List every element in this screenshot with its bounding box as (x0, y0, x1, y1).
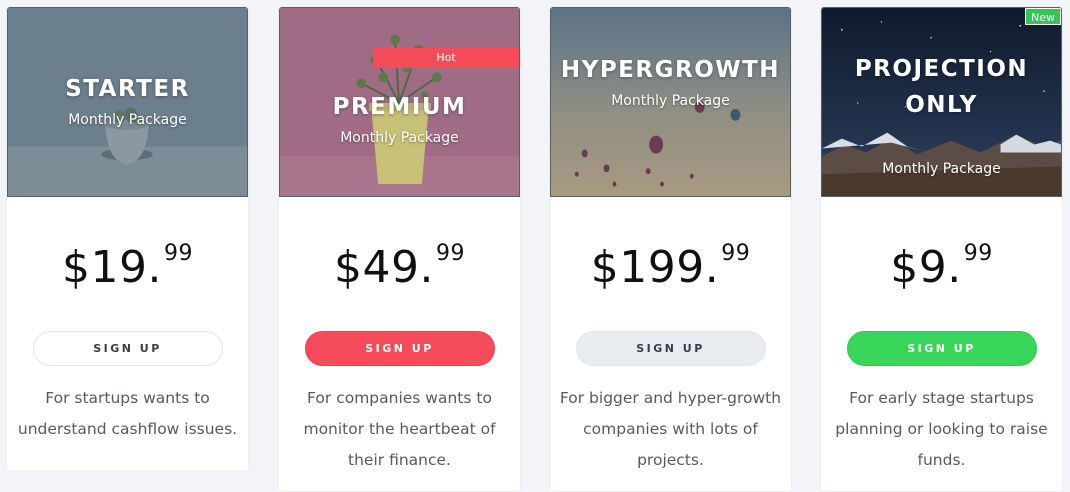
pricing-grid: STARTER Monthly Package $19.99 SIGN UP F… (0, 0, 1070, 492)
plan-image-starter: STARTER Monthly Package (7, 7, 248, 197)
sign-up-button[interactable]: SIGN UP (575, 331, 766, 366)
plan-card-projection-only: New PROJECTION ONLY Monthly Package $9.9… (820, 6, 1063, 492)
plan-subtitle: Monthly Package (340, 130, 459, 146)
plan-card-hypergrowth: HYPERGROWTH Monthly Package $199.99 SIGN… (549, 6, 792, 492)
price-cents: 99 (163, 241, 193, 266)
plan-price: $49.99 (279, 241, 520, 301)
price-main: $19. (62, 242, 162, 293)
price-cents: 99 (435, 241, 465, 266)
plan-image-premium: Hot PREMIUM Monthly Package (279, 7, 520, 197)
plan-card-starter: STARTER Monthly Package $19.99 SIGN UP F… (6, 6, 249, 471)
plan-subtitle: Monthly Package (611, 93, 730, 109)
plan-price: $19.99 (7, 241, 248, 301)
price-main: $49. (334, 242, 434, 293)
plan-name: PREMIUM (332, 94, 467, 120)
plan-card-premium: Hot PREMIUM Monthly Package $49.99 SIGN … (278, 6, 521, 492)
plan-image-hypergrowth: HYPERGROWTH Monthly Package (550, 7, 791, 197)
plan-description: For bigger and hyper-growth companies wi… (559, 389, 782, 469)
plan-image-projection-only: New PROJECTION ONLY Monthly Package (821, 7, 1062, 197)
plan-subtitle: Monthly Package (882, 161, 1001, 177)
plan-description: For companies wants to monitor the heart… (303, 389, 496, 469)
plan-price: $9.99 (821, 241, 1062, 301)
plan-name: HYPERGROWTH (560, 57, 781, 83)
plan-description: For early stage startups planning or loo… (835, 389, 1048, 469)
plan-description: For startups wants to understand cashflo… (17, 389, 238, 438)
sign-up-button[interactable]: SIGN UP (304, 331, 495, 366)
plan-name-line-2: ONLY (905, 92, 978, 118)
sign-up-button[interactable]: SIGN UP (846, 331, 1037, 366)
price-cents: 99 (963, 241, 993, 266)
sign-up-button[interactable]: SIGN UP (32, 331, 223, 366)
price-main: $9. (890, 242, 962, 293)
price-main: $199. (590, 242, 720, 293)
plan-price: $199.99 (550, 241, 791, 301)
price-cents: 99 (721, 241, 751, 266)
plan-name: STARTER (65, 76, 190, 102)
plan-subtitle: Monthly Package (68, 112, 187, 128)
